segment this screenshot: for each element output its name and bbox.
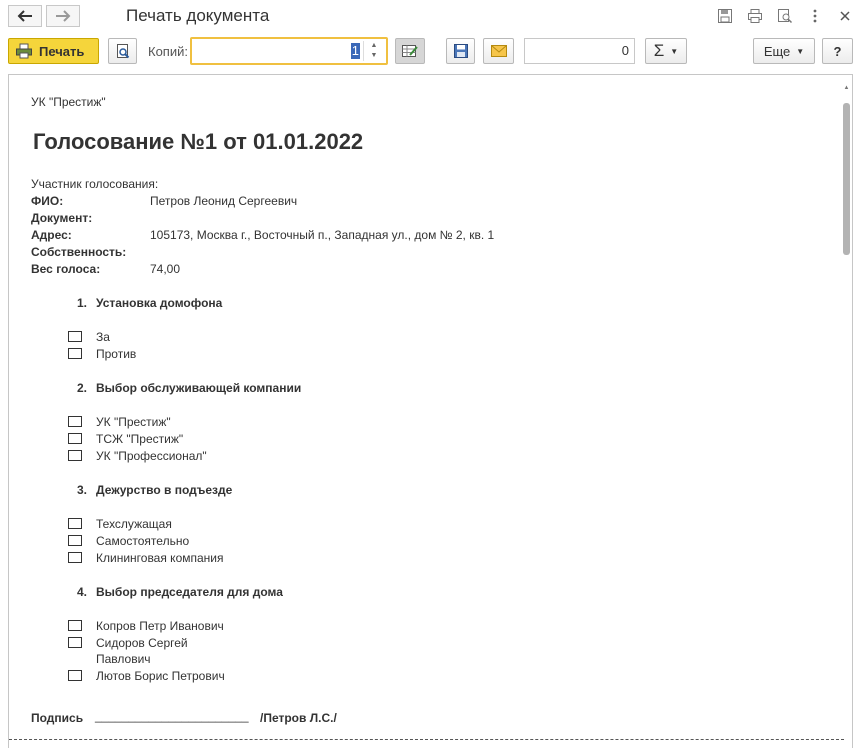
send-email-button[interactable] — [483, 38, 514, 64]
option-label: УК "Профессионал" — [96, 449, 207, 463]
option-label: Техслужащая — [96, 517, 172, 531]
option-label: Клининговая компания — [96, 551, 224, 565]
magnifier-page-icon — [116, 44, 129, 59]
chevron-down-icon: ▼ — [796, 46, 805, 56]
field-value-fio: Петров Леонид Сергеевич — [150, 194, 298, 208]
copies-input[interactable]: 1 ▲ ▼ — [190, 37, 388, 65]
copies-stepper[interactable]: ▲ ▼ — [363, 41, 384, 61]
option-checkbox[interactable] — [68, 518, 82, 529]
option-checkbox[interactable] — [68, 433, 82, 444]
signature-label: Подпись — [31, 711, 84, 725]
signature-line: _______________________ — [95, 709, 249, 723]
sum-menu-button[interactable]: Σ ▼ — [645, 38, 687, 64]
arrow-left-icon — [17, 10, 32, 22]
more-button-label: Еще — [763, 43, 791, 59]
print-button[interactable]: Печать — [8, 38, 99, 64]
option-label: За — [96, 330, 110, 344]
page-break-line — [9, 739, 844, 740]
question-title: Установка домофона — [96, 296, 223, 310]
participant-caption: Участник голосования: — [31, 177, 159, 191]
question-number: 1. — [77, 296, 88, 310]
signature-name: /Петров Л.С./ — [260, 711, 337, 725]
help-button[interactable]: ? — [822, 38, 853, 64]
question-number: 4. — [77, 585, 88, 599]
preview-search-icon[interactable] — [776, 7, 794, 25]
question-title: Дежурство в подъезде — [96, 483, 233, 497]
option-label-continuation: Павлович — [96, 652, 151, 666]
option-checkbox[interactable] — [68, 637, 82, 648]
option-label: УК "Престиж" — [96, 415, 171, 429]
save-window-icon[interactable] — [716, 7, 734, 25]
sigma-icon: Σ — [653, 41, 665, 60]
print-button-label: Печать — [39, 43, 85, 59]
option-label: ТСЖ "Престиж" — [96, 432, 184, 446]
option-checkbox[interactable] — [68, 331, 82, 342]
question-number: 2. — [77, 381, 88, 395]
save-button[interactable] — [446, 38, 475, 64]
question-number: 3. — [77, 483, 88, 497]
organization-name: УК "Престиж" — [31, 95, 106, 109]
more-vertical-icon[interactable] — [806, 7, 824, 25]
option-label: Против — [96, 347, 137, 361]
option-checkbox[interactable] — [68, 416, 82, 427]
help-icon: ? — [833, 43, 842, 59]
field-label-fio: ФИО: — [31, 194, 64, 208]
copies-value: 1 — [350, 43, 360, 59]
field-value-vote-weight: 74,00 — [150, 262, 181, 276]
floppy-icon — [453, 44, 468, 58]
document-view[interactable]: УК "Престиж" Голосование №1 от 01.01.202… — [8, 74, 853, 748]
back-button[interactable] — [8, 5, 42, 27]
option-label: Самостоятельно — [96, 534, 190, 548]
edit-table-icon — [402, 45, 418, 57]
copies-label: Копий: — [148, 44, 188, 59]
question-title: Выбор председателя для дома — [96, 585, 283, 599]
scrollbar-thumb[interactable] — [843, 103, 850, 255]
forward-button[interactable] — [46, 5, 80, 27]
question-title: Выбор обслуживающей компании — [96, 381, 302, 395]
option-checkbox[interactable] — [68, 535, 82, 546]
printer-icon[interactable] — [746, 7, 764, 25]
option-label: Лютов Борис Петрович — [96, 669, 225, 683]
field-label-address: Адрес: — [31, 228, 72, 242]
preview-button[interactable] — [108, 38, 137, 64]
field-value-address: 105173, Москва г., Восточный п., Западна… — [150, 228, 495, 242]
option-label: Сидоров Сергей — [96, 636, 188, 650]
more-button[interactable]: Еще ▼ — [753, 38, 815, 64]
scroll-up-icon[interactable]: ▲ — [843, 85, 850, 91]
option-checkbox[interactable] — [68, 552, 82, 563]
field-label-document: Документ: — [31, 211, 93, 225]
option-checkbox[interactable] — [68, 450, 82, 461]
arrow-right-icon — [56, 10, 71, 22]
option-checkbox[interactable] — [68, 348, 82, 359]
edit-mode-button[interactable] — [395, 38, 425, 64]
vertical-scrollbar[interactable]: ▲ — [843, 85, 850, 748]
stepper-up-icon[interactable]: ▲ — [364, 41, 384, 51]
option-checkbox[interactable] — [68, 620, 82, 631]
option-checkbox[interactable] — [68, 670, 82, 681]
option-label: Копров Петр Иванович — [96, 619, 224, 633]
sum-field: 0 — [524, 38, 635, 64]
document-title: Голосование №1 от 01.01.2022 — [33, 129, 364, 154]
close-icon[interactable] — [836, 7, 854, 25]
stepper-down-icon[interactable]: ▼ — [364, 51, 384, 61]
window-title: Печать документа — [126, 6, 270, 25]
field-label-ownership: Собственность: — [31, 245, 127, 259]
printer-icon — [16, 43, 32, 59]
chevron-down-icon: ▼ — [670, 46, 679, 56]
field-label-vote-weight: Вес голоса: — [31, 262, 101, 276]
envelope-icon — [490, 45, 507, 57]
